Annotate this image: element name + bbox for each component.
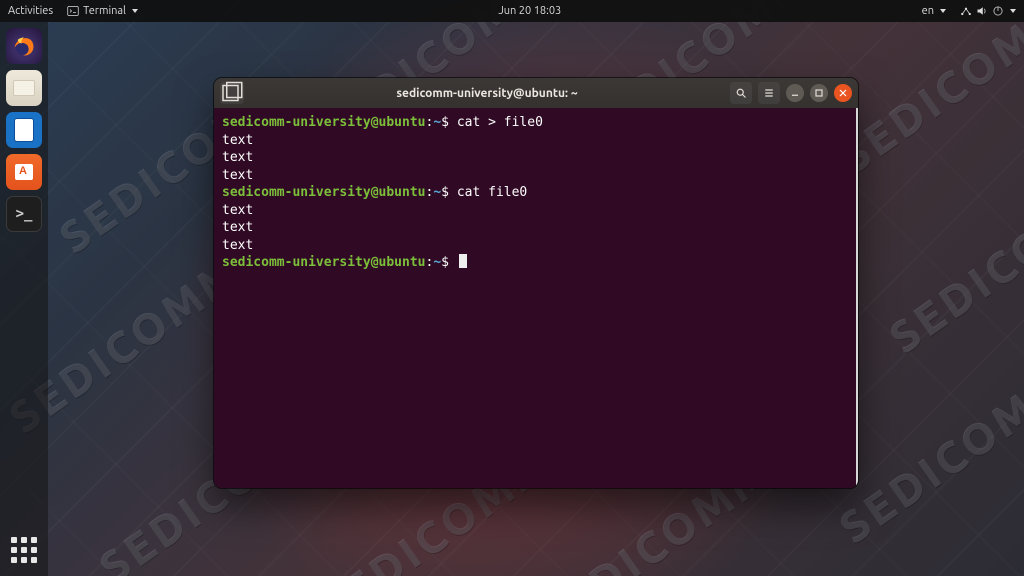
chevron-down-icon — [940, 9, 946, 13]
window-title: sedicomm-university@ubuntu: ~ — [250, 87, 724, 100]
chevron-down-icon — [132, 9, 138, 13]
minimize-button[interactable] — [786, 84, 804, 102]
menu-button[interactable] — [758, 82, 780, 104]
terminal-line: sedicomm-university@ubuntu:~$ — [222, 254, 850, 272]
dock-item-writer[interactable] — [6, 112, 42, 148]
top-panel: Activities Terminal Jun 20 18:03 en — [0, 0, 1024, 22]
terminal-window: sedicomm-university@ubuntu: ~ sedicomm-u… — [214, 78, 858, 488]
terminal-line: text — [222, 202, 850, 220]
system-status-area[interactable] — [960, 5, 1016, 17]
terminal-viewport[interactable]: sedicomm-university@ubuntu:~$ cat > file… — [214, 108, 858, 488]
panel-clock[interactable]: Jun 20 18:03 — [498, 5, 561, 17]
terminal-line: text — [222, 219, 850, 237]
terminal-line: text — [222, 132, 850, 150]
app-menu[interactable]: Terminal — [67, 5, 138, 17]
hamburger-icon — [763, 87, 775, 99]
search-button[interactable] — [730, 82, 752, 104]
dock-item-files[interactable] — [6, 70, 42, 106]
firefox-icon — [10, 32, 38, 60]
new-tab-button[interactable] — [220, 82, 244, 104]
terminal-line: sedicomm-university@ubuntu:~$ cat > file… — [222, 114, 850, 132]
files-icon — [13, 80, 35, 96]
close-button[interactable] — [834, 84, 852, 102]
maximize-icon — [813, 87, 825, 99]
dock-item-firefox[interactable] — [6, 28, 42, 64]
titlebar[interactable]: sedicomm-university@ubuntu: ~ — [214, 78, 858, 108]
minimize-icon — [789, 87, 801, 99]
terminal-line: text — [222, 167, 850, 185]
terminal-line: text — [222, 237, 850, 255]
document-icon — [15, 119, 33, 141]
terminal-icon — [67, 5, 79, 17]
input-source-label: en — [922, 5, 934, 17]
dock: >_ — [0, 22, 48, 576]
search-icon — [735, 87, 747, 99]
shopping-bag-icon — [15, 164, 33, 180]
chevron-down-icon — [1010, 9, 1016, 13]
dock-item-software[interactable] — [6, 154, 42, 190]
terminal-line: sedicomm-university@ubuntu:~$ cat file0 — [222, 184, 850, 202]
input-source[interactable]: en — [922, 5, 946, 17]
dock-item-terminal[interactable]: >_ — [6, 196, 42, 232]
activities-button[interactable]: Activities — [8, 5, 53, 17]
cursor — [459, 254, 467, 268]
app-menu-label: Terminal — [83, 5, 126, 17]
show-applications-button[interactable] — [6, 532, 42, 568]
maximize-button[interactable] — [810, 84, 828, 102]
terminal-icon: >_ — [16, 207, 33, 221]
scrollbar[interactable] — [856, 108, 858, 488]
new-tab-icon — [220, 81, 244, 105]
network-icon — [960, 5, 972, 17]
volume-icon — [976, 5, 988, 17]
power-icon — [992, 5, 1004, 17]
close-icon — [837, 87, 849, 99]
terminal-line: text — [222, 149, 850, 167]
